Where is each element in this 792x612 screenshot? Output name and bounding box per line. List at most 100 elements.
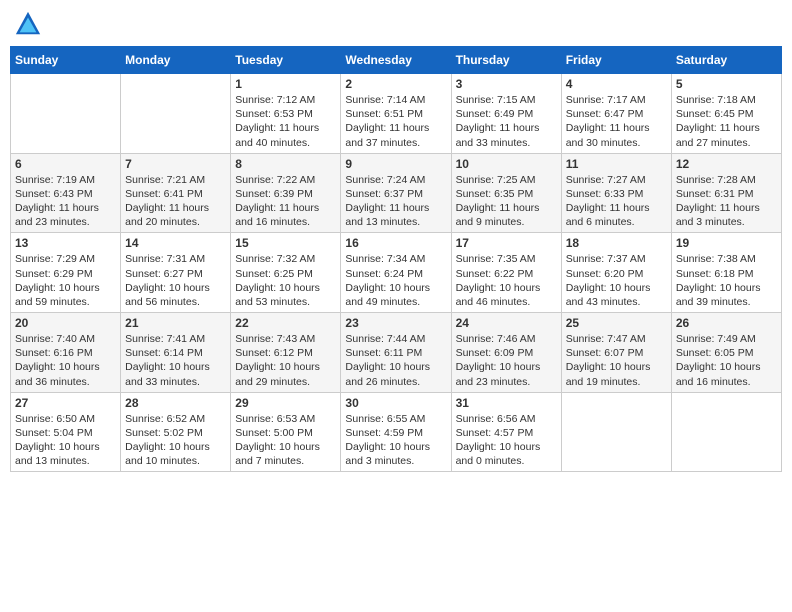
calendar-cell: 19 Sunrise: 7:38 AM Sunset: 6:18 PM Dayli… [671,233,781,313]
day-number: 2 [345,77,446,91]
calendar-cell: 9 Sunrise: 7:24 AM Sunset: 6:37 PM Daylig… [341,153,451,233]
day-number: 30 [345,396,446,410]
day-number: 27 [15,396,116,410]
day-info: Sunrise: 7:49 AM Sunset: 6:05 PM Dayligh… [676,332,777,389]
dow-header-friday: Friday [561,47,671,74]
day-number: 9 [345,157,446,171]
calendar-cell: 8 Sunrise: 7:22 AM Sunset: 6:39 PM Daylig… [231,153,341,233]
calendar-cell: 7Sunrise: 7:21 AM Sunset: 6:41 PM Daylig… [121,153,231,233]
calendar-cell: 28 Sunrise: 6:52 AM Sunset: 5:02 PM Dayli… [121,392,231,472]
day-number: 22 [235,316,336,330]
day-number: 18 [566,236,667,250]
day-number: 8 [235,157,336,171]
day-number: 25 [566,316,667,330]
day-info: Sunrise: 7:41 AM Sunset: 6:14 PM Dayligh… [125,332,226,389]
day-info: Sunrise: 7:15 AM Sunset: 6:49 PM Dayligh… [456,93,557,150]
calendar-cell: 2 Sunrise: 7:14 AM Sunset: 6:51 PM Daylig… [341,74,451,154]
calendar-cell [561,392,671,472]
day-info: Sunrise: 7:27 AM Sunset: 6:33 PM Dayligh… [566,173,667,230]
day-number: 29 [235,396,336,410]
day-info: Sunrise: 7:31 AM Sunset: 6:27 PM Dayligh… [125,252,226,309]
calendar-cell: 29 Sunrise: 6:53 AM Sunset: 5:00 PM Dayli… [231,392,341,472]
day-info: Sunrise: 7:18 AM Sunset: 6:45 PM Dayligh… [676,93,777,150]
day-number: 1 [235,77,336,91]
day-info: Sunrise: 7:37 AM Sunset: 6:20 PM Dayligh… [566,252,667,309]
calendar-cell: 25 Sunrise: 7:47 AM Sunset: 6:07 PM Dayli… [561,313,671,393]
day-info: Sunrise: 7:34 AM Sunset: 6:24 PM Dayligh… [345,252,446,309]
day-number: 6 [15,157,116,171]
day-info: Sunrise: 7:40 AM Sunset: 6:16 PM Dayligh… [15,332,116,389]
day-info: Sunrise: 7:29 AM Sunset: 6:29 PM Dayligh… [15,252,116,309]
day-number: 19 [676,236,777,250]
calendar-cell: 24 Sunrise: 7:46 AM Sunset: 6:09 PM Dayli… [451,313,561,393]
day-number: 24 [456,316,557,330]
calendar-cell: 17Sunrise: 7:35 AM Sunset: 6:22 PM Dayli… [451,233,561,313]
dow-header-wednesday: Wednesday [341,47,451,74]
day-number: 11 [566,157,667,171]
day-number: 13 [15,236,116,250]
calendar-week-4: 20 Sunrise: 7:40 AM Sunset: 6:16 PM Dayli… [11,313,782,393]
calendar-cell: 10 Sunrise: 7:25 AM Sunset: 6:35 PM Dayli… [451,153,561,233]
calendar-cell: 16 Sunrise: 7:34 AM Sunset: 6:24 PM Dayli… [341,233,451,313]
day-info: Sunrise: 7:32 AM Sunset: 6:25 PM Dayligh… [235,252,336,309]
day-info: Sunrise: 7:22 AM Sunset: 6:39 PM Dayligh… [235,173,336,230]
day-number: 26 [676,316,777,330]
logo-icon [14,10,42,38]
day-info: Sunrise: 7:43 AM Sunset: 6:12 PM Dayligh… [235,332,336,389]
calendar-table: SundayMondayTuesdayWednesdayThursdayFrid… [10,46,782,472]
calendar-cell: 1 Sunrise: 7:12 AM Sunset: 6:53 PM Daylig… [231,74,341,154]
calendar-cell: 12 Sunrise: 7:28 AM Sunset: 6:31 PM Dayli… [671,153,781,233]
calendar-week-1: 1 Sunrise: 7:12 AM Sunset: 6:53 PM Daylig… [11,74,782,154]
day-info: Sunrise: 6:52 AM Sunset: 5:02 PM Dayligh… [125,412,226,469]
day-info: Sunrise: 7:19 AM Sunset: 6:43 PM Dayligh… [15,173,116,230]
calendar-cell: 30Sunrise: 6:55 AM Sunset: 4:59 PM Dayli… [341,392,451,472]
calendar-cell: 5Sunrise: 7:18 AM Sunset: 6:45 PM Daylig… [671,74,781,154]
calendar-cell: 31 Sunrise: 6:56 AM Sunset: 4:57 PM Dayli… [451,392,561,472]
day-info: Sunrise: 7:46 AM Sunset: 6:09 PM Dayligh… [456,332,557,389]
dow-header-thursday: Thursday [451,47,561,74]
day-number: 14 [125,236,226,250]
day-number: 31 [456,396,557,410]
calendar-cell: 23Sunrise: 7:44 AM Sunset: 6:11 PM Dayli… [341,313,451,393]
dow-header-saturday: Saturday [671,47,781,74]
calendar-cell: 21 Sunrise: 7:41 AM Sunset: 6:14 PM Dayli… [121,313,231,393]
dow-header-monday: Monday [121,47,231,74]
calendar-cell: 20 Sunrise: 7:40 AM Sunset: 6:16 PM Dayli… [11,313,121,393]
day-info: Sunrise: 7:38 AM Sunset: 6:18 PM Dayligh… [676,252,777,309]
day-info: Sunrise: 6:56 AM Sunset: 4:57 PM Dayligh… [456,412,557,469]
calendar-cell: 15 Sunrise: 7:32 AM Sunset: 6:25 PM Dayli… [231,233,341,313]
day-info: Sunrise: 7:14 AM Sunset: 6:51 PM Dayligh… [345,93,446,150]
calendar-week-5: 27 Sunrise: 6:50 AM Sunset: 5:04 PM Dayli… [11,392,782,472]
day-info: Sunrise: 7:24 AM Sunset: 6:37 PM Dayligh… [345,173,446,230]
day-info: Sunrise: 6:53 AM Sunset: 5:00 PM Dayligh… [235,412,336,469]
calendar-cell [11,74,121,154]
calendar-cell: 18 Sunrise: 7:37 AM Sunset: 6:20 PM Dayli… [561,233,671,313]
day-info: Sunrise: 6:50 AM Sunset: 5:04 PM Dayligh… [15,412,116,469]
day-info: Sunrise: 7:12 AM Sunset: 6:53 PM Dayligh… [235,93,336,150]
day-number: 3 [456,77,557,91]
day-number: 15 [235,236,336,250]
calendar-header [10,10,782,38]
day-number: 10 [456,157,557,171]
day-info: Sunrise: 7:17 AM Sunset: 6:47 PM Dayligh… [566,93,667,150]
calendar-header-row: SundayMondayTuesdayWednesdayThursdayFrid… [11,47,782,74]
day-number: 23 [345,316,446,330]
day-number: 28 [125,396,226,410]
day-number: 21 [125,316,226,330]
dow-header-sunday: Sunday [11,47,121,74]
calendar-cell: 26 Sunrise: 7:49 AM Sunset: 6:05 PM Dayli… [671,313,781,393]
day-number: 17 [456,236,557,250]
calendar-cell: 22 Sunrise: 7:43 AM Sunset: 6:12 PM Dayli… [231,313,341,393]
calendar-cell [121,74,231,154]
day-info: Sunrise: 7:25 AM Sunset: 6:35 PM Dayligh… [456,173,557,230]
day-number: 20 [15,316,116,330]
day-info: Sunrise: 7:47 AM Sunset: 6:07 PM Dayligh… [566,332,667,389]
day-number: 16 [345,236,446,250]
day-info: Sunrise: 7:28 AM Sunset: 6:31 PM Dayligh… [676,173,777,230]
calendar-cell: 14 Sunrise: 7:31 AM Sunset: 6:27 PM Dayli… [121,233,231,313]
calendar-week-2: 6 Sunrise: 7:19 AM Sunset: 6:43 PM Daylig… [11,153,782,233]
day-number: 12 [676,157,777,171]
calendar-cell: 11 Sunrise: 7:27 AM Sunset: 6:33 PM Dayli… [561,153,671,233]
day-number: 4 [566,77,667,91]
calendar-cell: 13 Sunrise: 7:29 AM Sunset: 6:29 PM Dayli… [11,233,121,313]
